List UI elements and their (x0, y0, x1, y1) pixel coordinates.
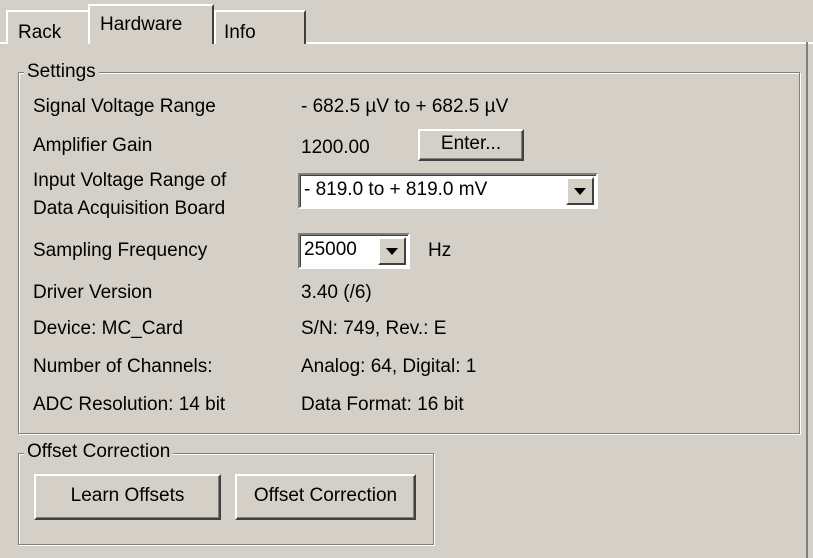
input-range-select[interactable]: - 819.0 to + 819.0 mV (298, 173, 598, 209)
signal-voltage-label: Signal Voltage Range (33, 96, 216, 117)
channels-value: Analog: 64, Digital: 1 (301, 356, 477, 377)
chevron-down-icon (386, 248, 398, 255)
settings-group-title: Settings (24, 61, 99, 83)
adc-resolution-label: ADC Resolution: 14 bit (33, 394, 226, 415)
panel-border (806, 42, 808, 558)
input-range-dropdown-button[interactable] (566, 177, 594, 205)
sampling-frequency-unit: Hz (428, 240, 452, 261)
amplifier-gain-value: 1200.00 (301, 137, 370, 158)
enter-gain-button[interactable]: Enter... (418, 129, 524, 161)
driver-version-label: Driver Version (33, 282, 153, 303)
driver-version-value: 3.40 (/6) (301, 282, 372, 303)
offset-correction-button[interactable]: Offset Correction (235, 474, 416, 520)
tab-hardware[interactable]: Hardware (88, 4, 214, 44)
amplifier-gain-label: Amplifier Gain (33, 135, 153, 156)
device-value: S/N: 749, Rev.: E (301, 318, 447, 339)
tab-rack[interactable]: Rack (6, 10, 90, 44)
tab-info-label: Info (224, 22, 256, 43)
input-range-selected-value: - 819.0 to + 819.0 mV (304, 179, 488, 200)
tab-hardware-label: Hardware (100, 14, 183, 35)
learn-offsets-button[interactable]: Learn Offsets (34, 474, 221, 520)
sampling-frequency-label: Sampling Frequency (33, 240, 208, 261)
tab-rack-label: Rack (18, 22, 62, 43)
input-range-label-line2: Data Acquisition Board (33, 198, 226, 219)
device-label: Device: MC_Card (33, 318, 183, 339)
sampling-frequency-select[interactable]: 25000 (298, 233, 410, 269)
signal-voltage-value: - 682.5 µV to + 682.5 µV (301, 96, 509, 117)
channels-label: Number of Channels: (33, 356, 213, 377)
input-range-label-line1: Input Voltage Range of (33, 170, 227, 191)
data-format-value: Data Format: 16 bit (301, 394, 464, 415)
chevron-down-icon (574, 188, 586, 195)
tab-info[interactable]: Info (214, 10, 306, 44)
offset-correction-group-title: Offset Correction (24, 441, 174, 463)
sampling-frequency-selected-value: 25000 (304, 239, 357, 260)
sampling-frequency-dropdown-button[interactable] (378, 237, 406, 265)
